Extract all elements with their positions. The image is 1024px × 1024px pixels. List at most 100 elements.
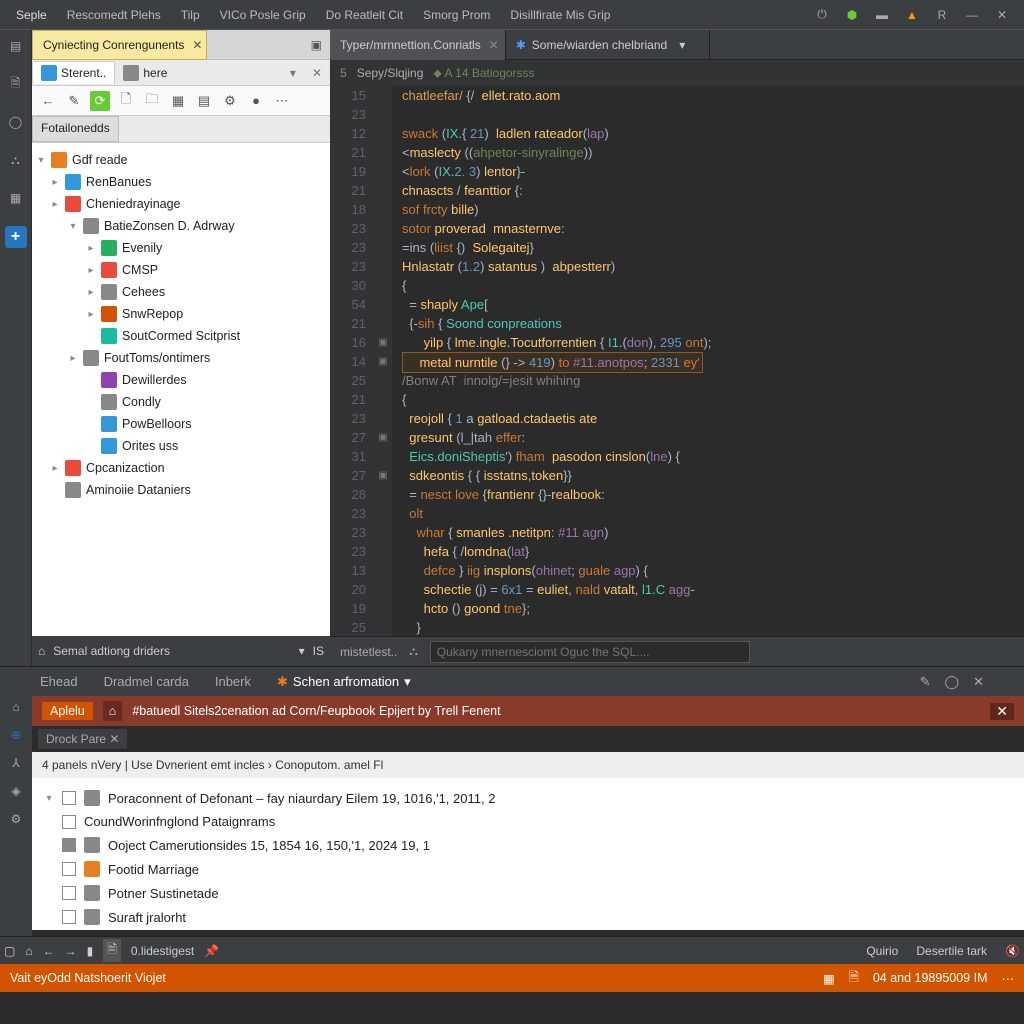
status-b[interactable]: Desertile tark bbox=[916, 944, 987, 958]
tree-node[interactable]: SoutCormed Scitprist bbox=[32, 325, 330, 347]
tool-icon[interactable]: ⚙ bbox=[220, 91, 240, 111]
bar-icon[interactable]: ▮ bbox=[87, 944, 94, 958]
search-label[interactable]: Semal adtiong driders bbox=[53, 644, 290, 658]
file-icon[interactable]: 🗎 bbox=[6, 74, 26, 94]
tree-node[interactable]: ▸CMSP bbox=[32, 259, 330, 281]
chevron-icon[interactable]: ▸ bbox=[86, 309, 96, 320]
tree-node[interactable]: ▸Cheniedrayinage bbox=[32, 193, 330, 215]
close-icon[interactable]: ✕ bbox=[192, 38, 202, 52]
tab-overflow-icon[interactable]: ▣ bbox=[303, 38, 330, 52]
dropdown-icon[interactable]: ▾ bbox=[299, 644, 305, 658]
user-icon[interactable]: ▲ bbox=[904, 7, 920, 23]
secondary-tab[interactable]: here bbox=[115, 62, 175, 84]
task-item[interactable]: Potner Sustinetade bbox=[42, 881, 1014, 905]
checkbox[interactable] bbox=[62, 910, 76, 924]
more-icon[interactable]: ⋯ bbox=[272, 91, 292, 111]
breadcrumb-path[interactable]: Sepy/Slqjing bbox=[357, 66, 424, 80]
checkbox[interactable] bbox=[62, 815, 76, 829]
tree-node[interactable]: Orites uss bbox=[32, 435, 330, 457]
task-item[interactable]: Ooject Camerutionsides 15, 1854 16, 150,… bbox=[42, 833, 1014, 857]
add-icon[interactable]: + bbox=[5, 226, 27, 248]
sync-icon[interactable]: ⟳ bbox=[90, 91, 110, 111]
breadcrumb-sym[interactable]: ⬥ A 14 Batiogorsss bbox=[433, 66, 534, 81]
tree-node[interactable]: Condly bbox=[32, 391, 330, 413]
menu-item[interactable]: VICo Posle Grip bbox=[210, 4, 316, 26]
bottom-tab[interactable]: Inberk bbox=[215, 674, 251, 689]
new-file-icon[interactable]: 🗋 bbox=[116, 91, 136, 111]
close-icon[interactable]: ✕ bbox=[973, 674, 984, 690]
chevron-icon[interactable]: ▾ bbox=[36, 155, 46, 166]
menu-item[interactable]: Smorg Prom bbox=[413, 4, 500, 26]
project-icon[interactable]: ▤ bbox=[6, 36, 26, 56]
back-icon[interactable]: ← bbox=[43, 944, 55, 958]
bottom-tab[interactable]: ✱ Schen arfromation ▾ bbox=[277, 674, 411, 690]
list-icon[interactable]: ▤ bbox=[194, 91, 214, 111]
tree-node[interactable]: ▸FoutToms/ontimers bbox=[32, 347, 330, 369]
user-icon[interactable]: ⛬ bbox=[409, 644, 417, 659]
filter-tab[interactable]: Fotailonedds bbox=[32, 116, 119, 142]
grid-icon[interactable]: ▦ bbox=[823, 971, 835, 986]
tree-node[interactable]: ▸Evenily bbox=[32, 237, 330, 259]
tree-node[interactable]: ▾BatieZonsen D. Adrway bbox=[32, 215, 330, 237]
menu-item[interactable]: Rescomedt Plehs bbox=[57, 4, 171, 26]
power-icon[interactable]: ⏻ bbox=[814, 7, 830, 23]
tree-node[interactable]: PowBelloors bbox=[32, 413, 330, 435]
checkbox[interactable] bbox=[62, 886, 76, 900]
tree-node[interactable]: Aminoiie Dataniers bbox=[32, 479, 330, 501]
close-icon[interactable]: ✕ bbox=[304, 66, 330, 80]
tree-node[interactable]: ▾Gdf reade bbox=[32, 149, 330, 171]
chat-icon[interactable]: ▬ bbox=[874, 7, 890, 23]
edit-icon[interactable]: ✎ bbox=[920, 674, 931, 690]
run-label[interactable]: mistetlest.. bbox=[340, 645, 397, 659]
editor-tab[interactable]: Typer/mrnnettion.Conriatls ✕ bbox=[330, 30, 506, 60]
secondary-tab[interactable]: Sterent.. bbox=[32, 61, 115, 84]
bottom-tab[interactable]: Dradmel carda bbox=[104, 674, 189, 689]
dark-tab[interactable]: Drock Pare ✕ bbox=[38, 729, 127, 749]
home-icon[interactable]: ⌂ bbox=[25, 944, 32, 958]
plus-icon[interactable]: ⊕ bbox=[11, 728, 21, 742]
home-icon[interactable]: ⌂ bbox=[12, 700, 19, 714]
chevron-icon[interactable]: ▸ bbox=[50, 463, 60, 474]
r-icon[interactable]: R bbox=[934, 7, 950, 23]
task-item[interactable]: Footid Marriage bbox=[42, 857, 1014, 881]
chevron-icon[interactable]: ▸ bbox=[86, 265, 96, 276]
menu-item[interactable]: Tilp bbox=[171, 4, 210, 26]
home-icon[interactable]: ⌂ bbox=[103, 701, 123, 721]
checkbox[interactable] bbox=[62, 862, 76, 876]
status-a[interactable]: Quirio bbox=[866, 944, 898, 958]
code-editor[interactable]: chatleefar/ {/ ellet.rato.aomswack (IX.{… bbox=[392, 86, 1024, 636]
minimize-icon[interactable]: — bbox=[964, 7, 980, 23]
pin-icon[interactable]: 📌 bbox=[204, 944, 219, 958]
chevron-icon[interactable]: ▸ bbox=[50, 199, 60, 210]
tree-node[interactable]: ▸Cehees bbox=[32, 281, 330, 303]
doc-icon[interactable]: 🗎 bbox=[103, 939, 121, 962]
close-icon[interactable]: ✕ bbox=[994, 7, 1010, 23]
vc-icon[interactable]: ⅄ bbox=[12, 756, 19, 770]
edit-icon[interactable]: ✎ bbox=[64, 91, 84, 111]
menu-item[interactable]: Seple bbox=[6, 4, 57, 26]
task-item[interactable]: CoundWorinfnglond Pataignrams bbox=[42, 810, 1014, 833]
bottom-tab[interactable]: Ehead bbox=[40, 674, 78, 689]
query-input[interactable] bbox=[430, 641, 750, 663]
checkbox[interactable] bbox=[62, 791, 76, 805]
task-item[interactable]: Suraft jralorht bbox=[42, 905, 1014, 929]
editor-tab[interactable]: ✱ Some/wiarden chelbriand ▾ bbox=[506, 30, 711, 60]
panel-tab-active[interactable]: Cyniecting Conrengunents ✕ bbox=[32, 30, 207, 60]
chevron-icon[interactable]: ▾ bbox=[68, 221, 78, 232]
grid-icon[interactable]: ▦ bbox=[168, 91, 188, 111]
doc-icon[interactable]: 🗎 bbox=[849, 968, 859, 989]
menu-item[interactable]: Disillfirate Mis Grip bbox=[500, 4, 620, 26]
dropdown-icon[interactable]: ▾ bbox=[679, 38, 685, 52]
diamond-icon[interactable]: ◈ bbox=[11, 784, 20, 798]
dropdown-icon[interactable]: ▾ bbox=[282, 66, 304, 80]
tree-node[interactable]: Dewillerdes bbox=[32, 369, 330, 391]
chevron-icon[interactable]: ▸ bbox=[86, 287, 96, 298]
menu-item[interactable]: Do Reatlelt Cit bbox=[316, 4, 413, 26]
checkbox[interactable] bbox=[62, 838, 76, 852]
chevron-icon[interactable]: ▸ bbox=[68, 353, 78, 364]
circle-icon[interactable]: ◯ bbox=[945, 674, 960, 690]
more-icon[interactable]: ⋯ bbox=[1002, 971, 1015, 986]
task-breadcrumb[interactable]: 4 panels nVery | Use Dvnerient emt incle… bbox=[32, 752, 1024, 778]
tree-node[interactable]: ▸Cpcanizaction bbox=[32, 457, 330, 479]
chevron-icon[interactable]: ▸ bbox=[86, 243, 96, 254]
